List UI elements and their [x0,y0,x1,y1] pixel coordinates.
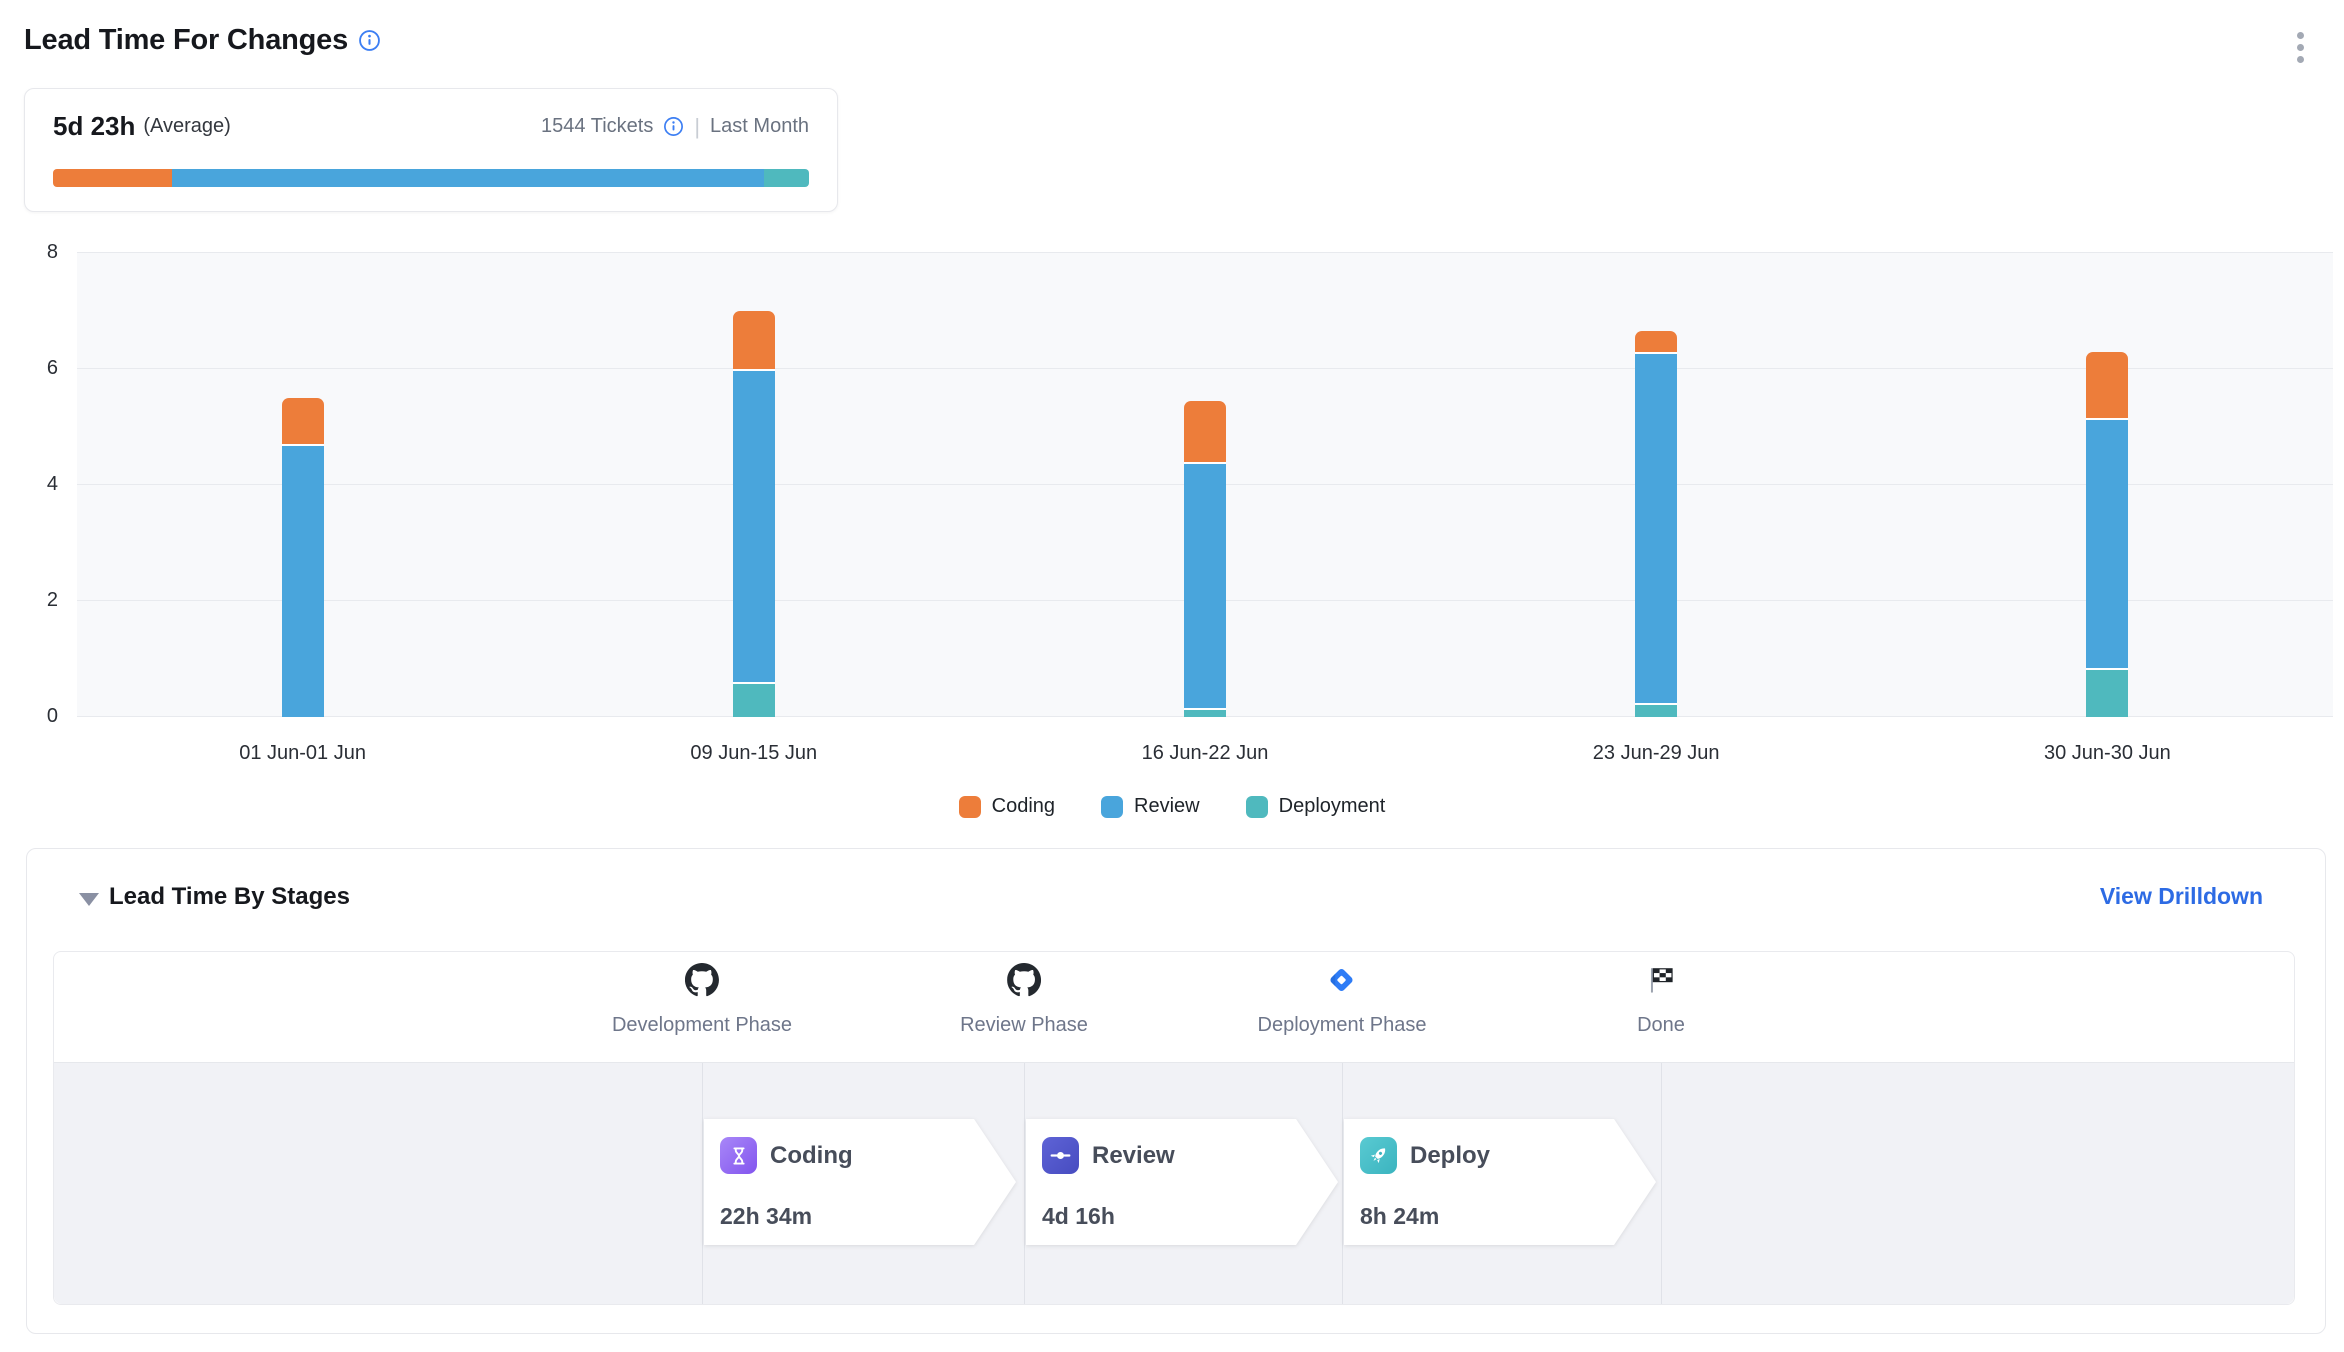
stage-duration: 4d 16h [1042,1203,1115,1230]
stage-card-review: Review 4d 16h [1026,1119,1338,1245]
x-axis-label: 23 Jun-29 Jun [1506,742,1806,765]
tickets-count: 1544 Tickets [541,115,653,138]
tickets-info-icon[interactable] [663,116,684,137]
legend-item-deployment[interactable]: Deployment [1246,795,1386,818]
phase-deployment-phase: Deployment Phase [1258,952,1427,1037]
legend-label: Review [1134,795,1200,818]
view-drilldown-link[interactable]: View Drilldown [2100,883,2263,910]
phase-label: Deployment Phase [1258,1014,1427,1037]
stage-name: Deploy [1410,1142,1490,1170]
bar-16Jun-22Jun[interactable] [1184,401,1226,717]
distribution-segment-coding [53,169,172,187]
average-label: (Average) [143,115,230,138]
lead-time-by-stages-section: Lead Time By Stages View Drilldown Devel… [26,848,2326,1334]
title-info-icon[interactable] [358,29,381,52]
summary-card: 5d 23h (Average) 1544 Tickets | Last Mon… [24,88,838,212]
phase-development-phase: Development Phase [612,952,792,1037]
lead-time-distribution-bar [53,169,809,187]
legend-label: Deployment [1279,795,1386,818]
phase-review-phase: Review Phase [960,952,1088,1037]
stage-name: Coding [770,1142,853,1170]
phase-divider [1342,1063,1343,1304]
legend-swatch [1246,796,1268,818]
phase-label: Review Phase [960,1014,1088,1037]
average-lead-time-value: 5d 23h [53,111,135,142]
bar-segment-review[interactable] [1184,462,1226,709]
stage-card-shape: Deploy 8h 24m [1344,1119,1656,1245]
bar-segment-coding[interactable] [733,311,775,369]
rocket-icon [1360,1137,1397,1174]
bar-segment-review[interactable] [1635,352,1677,703]
bar-segment-coding[interactable] [282,398,324,444]
kebab-menu-icon[interactable] [2297,32,2304,63]
bar-segment-coding[interactable] [1635,331,1677,351]
x-axis-label: 01 Jun-01 Jun [153,742,453,765]
gridline [77,368,2333,369]
bar-segment-deployment[interactable] [733,682,775,717]
checkered-flag-icon [1645,960,1677,1000]
phase-done: Done [1637,952,1685,1037]
phase-divider [1661,1063,1662,1304]
collapse-triangle-icon[interactable] [79,893,99,906]
stage-card-shape: Review 4d 16h [1026,1119,1338,1245]
stacked-bar-chart [77,253,2333,717]
github-icon [685,960,719,1000]
bar-23Jun-29Jun[interactable] [1635,331,1677,717]
y-axis-tick: 0 [0,705,58,728]
bar-segment-review[interactable] [733,369,775,682]
legend-swatch [1101,796,1123,818]
stage-duration: 22h 34m [720,1203,812,1230]
phase-label: Done [1637,1014,1685,1037]
jira-diamond-icon [1326,960,1358,1000]
stage-card-shape: Coding 22h 34m [704,1119,1016,1245]
gridline [77,252,2333,253]
period-label: Last Month [710,115,809,138]
bar-09Jun-15Jun[interactable] [733,311,775,717]
y-axis-tick: 8 [0,241,58,264]
stage-duration: 8h 24m [1360,1203,1439,1230]
x-axis-label: 16 Jun-22 Jun [1055,742,1355,765]
stages-flow-panel: Development Phase Review Phase Deployment … [53,951,2295,1305]
y-axis-tick: 4 [0,473,58,496]
bar-segment-deployment[interactable] [2086,668,2128,717]
separator: | [694,114,700,140]
github-icon [1007,960,1041,1000]
distribution-segment-review [172,169,763,187]
bar-segment-review[interactable] [282,444,324,717]
page-title: Lead Time For Changes [24,24,348,57]
bar-30Jun-30Jun[interactable] [2086,352,2128,717]
stage-card-deploy: Deploy 8h 24m [1344,1119,1656,1245]
bar-01Jun-01Jun[interactable] [282,398,324,717]
bar-segment-coding[interactable] [1184,401,1226,462]
stages-title: Lead Time By Stages [109,883,350,911]
distribution-segment-deployment [764,169,809,187]
bar-segment-deployment[interactable] [1635,703,1677,718]
hourglass-icon [720,1137,757,1174]
x-axis-label: 09 Jun-15 Jun [604,742,904,765]
widget-header: Lead Time For Changes [24,24,381,57]
stage-name: Review [1092,1142,1175,1170]
bar-segment-review[interactable] [2086,418,2128,667]
legend-item-coding[interactable]: Coding [959,795,1055,818]
x-axis-label: 30 Jun-30 Jun [1957,742,2257,765]
y-axis-tick: 2 [0,589,58,612]
bar-segment-coding[interactable] [2086,352,2128,419]
phase-label: Development Phase [612,1014,792,1037]
y-axis-tick: 6 [0,357,58,380]
phase-divider [702,1063,703,1304]
stage-card-coding: Coding 22h 34m [704,1119,1016,1245]
legend-label: Coding [992,795,1055,818]
commit-icon [1042,1137,1079,1174]
legend-swatch [959,796,981,818]
chart-legend: Coding Review Deployment [0,795,2344,818]
legend-item-review[interactable]: Review [1101,795,1200,818]
bar-segment-deployment[interactable] [1184,708,1226,717]
stages-title-row: Lead Time By Stages View Drilldown [27,849,2325,949]
phase-divider [1024,1063,1025,1304]
